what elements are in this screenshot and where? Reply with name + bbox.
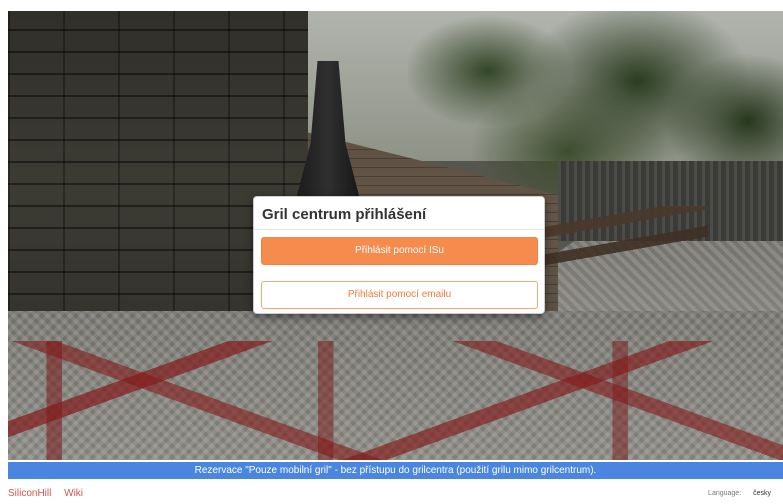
login-title: Gril centrum přihlášení	[262, 206, 427, 223]
info-banner: Rezervace "Pouze mobilní gril" - bez pří…	[8, 462, 783, 479]
footer-link-siliconhill[interactable]: SiliconHill	[8, 488, 51, 499]
language-switcher: Language: česky	[708, 490, 771, 497]
language-select-cesky[interactable]: česky	[753, 490, 771, 497]
login-email-button[interactable]: Přihlásit pomocí emailu	[261, 281, 538, 309]
footer-links: SiliconHill Wiki	[8, 488, 93, 499]
login-isu-button[interactable]: Přihlásit pomocí ISu	[261, 237, 538, 265]
page: Gril centrum přihlášení Přihlásit pomocí…	[0, 0, 783, 504]
login-divider	[254, 229, 544, 230]
language-label: Language:	[708, 490, 742, 497]
footer-link-wiki[interactable]: Wiki	[64, 488, 83, 499]
login-dialog: Gril centrum přihlášení Přihlásit pomocí…	[253, 196, 545, 314]
